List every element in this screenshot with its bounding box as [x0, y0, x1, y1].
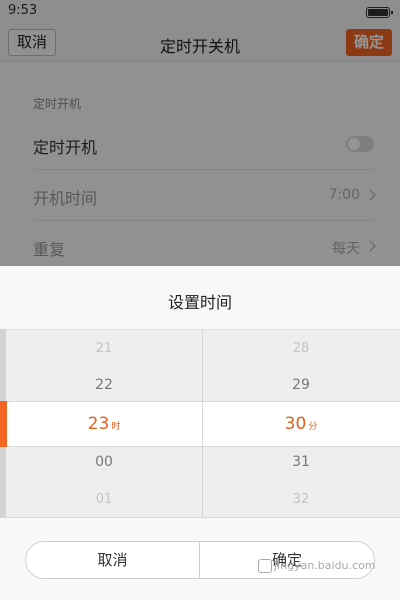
dialog-title: 设置时间 [167, 293, 232, 312]
minute-unit: 分 [308, 422, 318, 432]
hour-unit: 时 [111, 422, 121, 432]
minute-selected[interactable]: 30 分 [201, 414, 400, 434]
hour-option[interactable]: 00 [4, 454, 204, 470]
hour-option[interactable]: 21 [4, 341, 204, 356]
minute-option[interactable]: 29 [201, 377, 400, 393]
hour-selected[interactable]: 23 时 [4, 414, 204, 434]
baidu-logo-icon [258, 559, 272, 573]
watermark-text: jingyan.baidu.com [274, 559, 376, 572]
minute-option[interactable]: 32 [201, 492, 400, 507]
hour-option[interactable]: 01 [4, 492, 204, 507]
dialog-cancel-button[interactable]: 取消 [26, 542, 200, 578]
hour-selected-value: 23 [87, 414, 110, 434]
watermark: jingyan.baidu.com [258, 559, 376, 573]
minute-option[interactable]: 28 [201, 341, 400, 356]
minute-option[interactable]: 31 [201, 454, 400, 470]
minute-selected-value: 30 [284, 414, 307, 434]
hour-option[interactable]: 22 [4, 377, 204, 393]
